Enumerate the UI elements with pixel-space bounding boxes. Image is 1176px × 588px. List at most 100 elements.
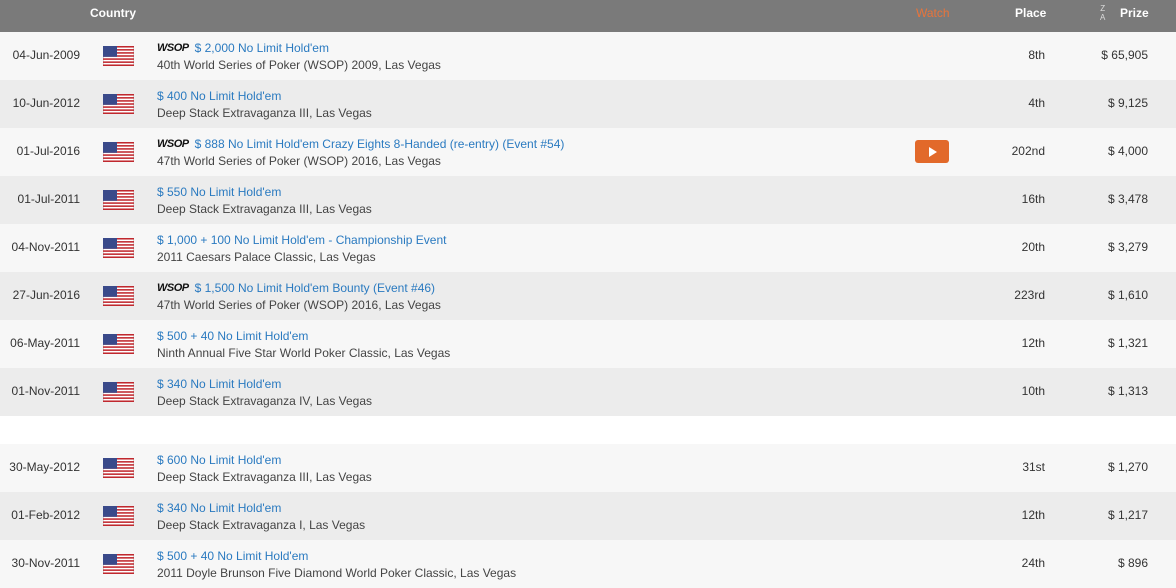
usa-flag-icon xyxy=(102,457,135,479)
event-series-name: Deep Stack Extravaganza IV, Las Vegas xyxy=(157,394,373,408)
result-date: 27-Jun-2016 xyxy=(12,288,80,302)
result-prize: $ 3,478 xyxy=(1107,192,1148,206)
result-date: 01-Feb-2012 xyxy=(11,508,80,522)
event-info: WSOP $ 2,000 No Limit Hold'em 40th World… xyxy=(157,40,441,72)
result-place: 12th xyxy=(1021,508,1045,522)
sort-a-letter: A xyxy=(1100,13,1106,22)
event-title-link[interactable]: $ 500 + 40 No Limit Hold'em xyxy=(157,549,308,563)
result-row: 01-Jul-2016 WSOP $ 888 No Limit Hold'em … xyxy=(0,128,1176,176)
usa-flag-icon xyxy=(102,285,135,307)
usa-flag-icon xyxy=(102,93,135,115)
event-series-name: 47th World Series of Poker (WSOP) 2016, … xyxy=(157,154,441,168)
result-place: 4th xyxy=(1028,96,1045,110)
result-row: 01-Nov-2011 $ 340 No Limit Hold'em Deep … xyxy=(0,368,1176,416)
usa-flag-icon xyxy=(102,381,135,403)
result-prize: $ 1,610 xyxy=(1107,288,1148,302)
country-column-header: Country xyxy=(90,6,136,20)
result-prize: $ 1,313 xyxy=(1107,384,1148,398)
result-place: 202nd xyxy=(1011,144,1045,158)
result-date: 30-May-2012 xyxy=(9,460,80,474)
event-info: $ 500 + 40 No Limit Hold'em Ninth Annual… xyxy=(157,328,450,360)
usa-flag-icon xyxy=(102,141,135,163)
result-place: 10th xyxy=(1021,384,1045,398)
event-series-name: Deep Stack Extravaganza III, Las Vegas xyxy=(157,202,372,216)
result-row: 01-Jul-2011 $ 550 No Limit Hold'em Deep … xyxy=(0,176,1176,224)
wsop-logo-icon: WSOP xyxy=(157,138,189,150)
usa-flag-icon xyxy=(102,237,135,259)
result-date: 04-Jun-2009 xyxy=(12,48,80,62)
event-info: $ 340 No Limit Hold'em Deep Stack Extrav… xyxy=(157,376,372,408)
place-column-header[interactable]: Place xyxy=(1015,6,1046,20)
event-info: WSOP $ 888 No Limit Hold'em Crazy Eights… xyxy=(157,136,564,168)
result-place: 16th xyxy=(1021,192,1045,206)
event-title-link[interactable]: $ 1,000 + 100 No Limit Hold'em - Champio… xyxy=(157,233,446,247)
result-place: 24th xyxy=(1021,556,1045,570)
result-prize: $ 9,125 xyxy=(1107,96,1148,110)
watch-column-header: Watch xyxy=(916,6,950,20)
result-prize: $ 1,270 xyxy=(1107,460,1148,474)
result-date: 04-Nov-2011 xyxy=(11,240,80,254)
usa-flag-icon xyxy=(102,333,135,355)
result-place: 8th xyxy=(1028,48,1045,62)
result-row: 01-Feb-2012 $ 340 No Limit Hold'em Deep … xyxy=(0,492,1176,540)
result-row: 04-Nov-2011 $ 1,000 + 100 No Limit Hold'… xyxy=(0,224,1176,272)
event-title-link[interactable]: $ 340 No Limit Hold'em xyxy=(157,501,281,515)
result-row: 04-Jun-2009 WSOP $ 2,000 No Limit Hold'e… xyxy=(0,32,1176,80)
results-table-header: Country Watch Place ZA Prize xyxy=(0,0,1176,32)
event-series-name: 47th World Series of Poker (WSOP) 2016, … xyxy=(157,298,441,312)
event-title-link[interactable]: $ 888 No Limit Hold'em Crazy Eights 8-Ha… xyxy=(195,137,565,151)
sort-z-letter: Z xyxy=(1100,4,1106,13)
event-info: $ 340 No Limit Hold'em Deep Stack Extrav… xyxy=(157,500,365,532)
result-prize: $ 896 xyxy=(1117,556,1148,570)
result-prize: $ 65,905 xyxy=(1101,48,1148,62)
usa-flag-icon xyxy=(102,505,135,527)
result-row: 30-Nov-2011 $ 500 + 40 No Limit Hold'em … xyxy=(0,540,1176,588)
event-title-link[interactable]: $ 1,500 No Limit Hold'em Bounty (Event #… xyxy=(195,281,435,295)
row-gap xyxy=(0,416,1176,444)
event-series-name: Deep Stack Extravaganza III, Las Vegas xyxy=(157,106,372,120)
result-row: 06-May-2011 $ 500 + 40 No Limit Hold'em … xyxy=(0,320,1176,368)
event-series-name: Deep Stack Extravaganza I, Las Vegas xyxy=(157,518,366,532)
event-series-name: 2011 Doyle Brunson Five Diamond World Po… xyxy=(157,566,517,580)
event-series-name: 2011 Caesars Palace Classic, Las Vegas xyxy=(157,250,376,264)
wsop-logo-icon: WSOP xyxy=(157,42,189,54)
result-prize: $ 1,217 xyxy=(1107,508,1148,522)
result-row: 30-May-2012 $ 600 No Limit Hold'em Deep … xyxy=(0,444,1176,492)
usa-flag-icon xyxy=(102,553,135,575)
sort-za-icon[interactable]: ZA xyxy=(1100,4,1105,22)
result-place: 20th xyxy=(1021,240,1045,254)
result-date: 01-Jul-2016 xyxy=(16,144,80,158)
result-date: 06-May-2011 xyxy=(10,336,80,350)
result-date: 01-Jul-2011 xyxy=(17,192,80,206)
play-icon xyxy=(929,146,937,157)
event-series-name: Deep Stack Extravaganza III, Las Vegas xyxy=(157,470,372,484)
event-info: WSOP $ 1,500 No Limit Hold'em Bounty (Ev… xyxy=(157,280,441,312)
event-title-link[interactable]: $ 550 No Limit Hold'em xyxy=(157,185,281,199)
result-prize: $ 3,279 xyxy=(1107,240,1148,254)
result-prize: $ 1,321 xyxy=(1107,336,1148,350)
event-title-link[interactable]: $ 2,000 No Limit Hold'em xyxy=(195,41,329,55)
event-title-link[interactable]: $ 500 + 40 No Limit Hold'em xyxy=(157,329,308,343)
event-info: $ 1,000 + 100 No Limit Hold'em - Champio… xyxy=(157,232,446,264)
prize-column-header[interactable]: Prize xyxy=(1120,6,1149,20)
result-place: 223rd xyxy=(1014,288,1045,302)
event-title-link[interactable]: $ 600 No Limit Hold'em xyxy=(157,453,281,467)
results-list: 04-Jun-2009 WSOP $ 2,000 No Limit Hold'e… xyxy=(0,32,1176,588)
result-date: 01-Nov-2011 xyxy=(11,384,80,398)
event-info: $ 600 No Limit Hold'em Deep Stack Extrav… xyxy=(157,452,372,484)
usa-flag-icon xyxy=(102,45,135,67)
event-series-name: Ninth Annual Five Star World Poker Class… xyxy=(157,346,451,360)
event-series-name: 40th World Series of Poker (WSOP) 2009, … xyxy=(157,58,441,72)
result-place: 12th xyxy=(1021,336,1045,350)
result-date: 30-Nov-2011 xyxy=(11,556,80,570)
event-info: $ 400 No Limit Hold'em Deep Stack Extrav… xyxy=(157,88,372,120)
event-title-link[interactable]: $ 400 No Limit Hold'em xyxy=(157,89,281,103)
usa-flag-icon xyxy=(102,189,135,211)
wsop-logo-icon: WSOP xyxy=(157,282,189,294)
event-title-link[interactable]: $ 340 No Limit Hold'em xyxy=(157,377,281,391)
event-info: $ 550 No Limit Hold'em Deep Stack Extrav… xyxy=(157,184,372,216)
watch-video-button[interactable] xyxy=(915,140,949,163)
result-date: 10-Jun-2012 xyxy=(12,96,80,110)
result-row: 10-Jun-2012 $ 400 No Limit Hold'em Deep … xyxy=(0,80,1176,128)
event-info: $ 500 + 40 No Limit Hold'em 2011 Doyle B… xyxy=(157,548,516,580)
